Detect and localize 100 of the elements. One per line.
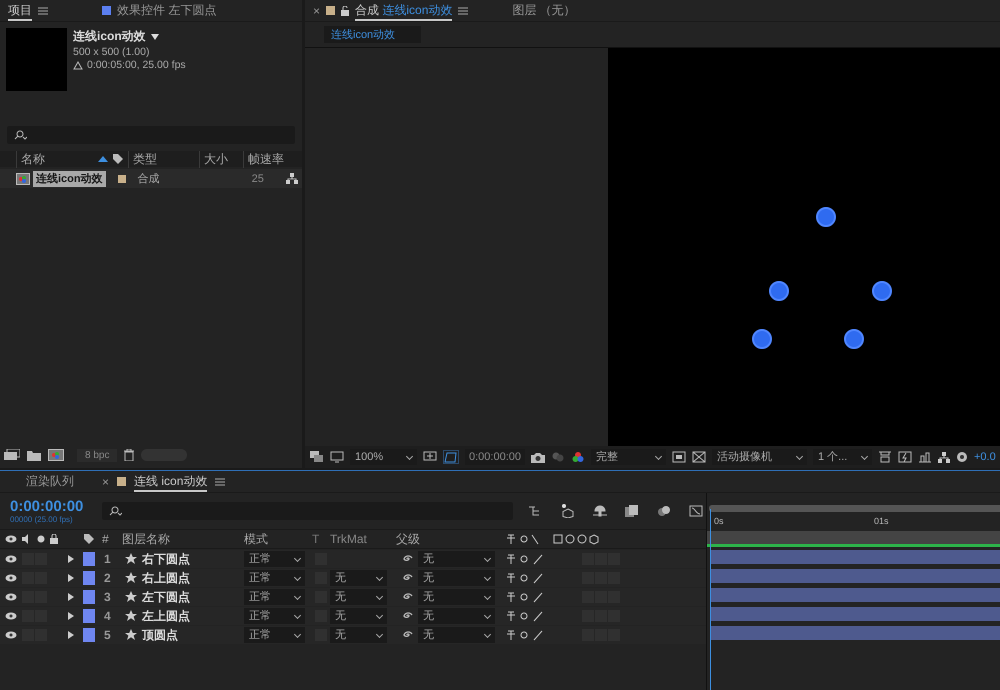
track-matte-dropdown[interactable]: 无 bbox=[330, 608, 387, 624]
label-swatch[interactable] bbox=[83, 571, 95, 585]
parent-dropdown[interactable]: 无 bbox=[418, 589, 495, 605]
color-channels-icon[interactable] bbox=[571, 451, 585, 463]
layer-duration-bar[interactable] bbox=[711, 550, 1000, 564]
eye-icon[interactable] bbox=[5, 555, 17, 563]
mode-dropdown[interactable]: 正常 bbox=[244, 608, 305, 624]
flowchart-icon[interactable] bbox=[938, 452, 950, 462]
transparency-grid-icon[interactable] bbox=[692, 451, 706, 463]
hierarchy-icon[interactable] bbox=[286, 173, 298, 184]
views-dropdown[interactable]: 1 个... bbox=[813, 449, 872, 465]
panel-tab[interactable]: 效果控件 左下圆点 bbox=[117, 0, 216, 20]
lock-icon[interactable] bbox=[341, 6, 350, 16]
folder-icon[interactable] bbox=[27, 450, 41, 460]
current-time-field[interactable]: 0:00:00:00 bbox=[465, 449, 525, 465]
eye-icon[interactable] bbox=[5, 593, 17, 601]
resolution-dropdown[interactable]: 完整 bbox=[591, 449, 666, 465]
motion-blur-icon[interactable] bbox=[657, 505, 671, 517]
label-swatch[interactable] bbox=[83, 552, 95, 566]
graph-editor-icon[interactable] bbox=[689, 505, 703, 517]
column-header[interactable]: 名称 bbox=[16, 150, 96, 168]
tag-icon[interactable] bbox=[112, 153, 124, 165]
composition-tab[interactable]: 合成 连线icon动效 bbox=[355, 0, 452, 20]
tag-icon[interactable] bbox=[83, 533, 95, 545]
label-swatch[interactable] bbox=[83, 609, 95, 623]
parent-dropdown[interactable]: 无 bbox=[418, 570, 495, 586]
layer-name[interactable]: 左下圆点 bbox=[142, 588, 244, 606]
column-header[interactable]: 图层名称 bbox=[122, 530, 244, 548]
camera-icon[interactable] bbox=[531, 452, 545, 462]
fast-preview-icon[interactable] bbox=[898, 451, 912, 463]
column-header[interactable]: 大小 bbox=[199, 150, 243, 168]
column-header[interactable]: 帧速率 bbox=[243, 150, 296, 168]
track-matte-dropdown[interactable]: 无 bbox=[330, 570, 387, 586]
close-icon[interactable]: × bbox=[313, 4, 320, 18]
eye-icon[interactable] bbox=[5, 631, 17, 639]
mode-dropdown[interactable]: 正常 bbox=[244, 570, 305, 586]
solo-icon[interactable] bbox=[37, 535, 45, 543]
close-icon[interactable]: × bbox=[102, 474, 110, 488]
layer-name[interactable]: 右下圆点 bbox=[142, 550, 244, 568]
parent-dropdown[interactable]: 无 bbox=[418, 551, 495, 567]
current-time[interactable]: 0:00:00:00 bbox=[10, 498, 102, 515]
menu-icon[interactable] bbox=[458, 6, 468, 14]
search-field[interactable] bbox=[7, 126, 295, 144]
eye-icon[interactable] bbox=[5, 535, 17, 543]
expand-arrow-icon[interactable] bbox=[68, 612, 74, 620]
region-icon[interactable] bbox=[672, 451, 686, 463]
column-header[interactable]: TrkMat bbox=[330, 532, 396, 546]
sort-up-icon[interactable] bbox=[98, 156, 108, 162]
menu-icon[interactable] bbox=[38, 6, 48, 14]
camera-dropdown[interactable]: 活动摄像机 bbox=[712, 449, 807, 465]
bit-depth-button[interactable]: 8 bpc bbox=[77, 448, 118, 462]
label-swatch[interactable] bbox=[83, 590, 95, 604]
eye-icon[interactable] bbox=[5, 612, 17, 620]
parent-dropdown[interactable]: 无 bbox=[418, 627, 495, 643]
column-header[interactable]: T bbox=[312, 532, 330, 546]
column-header[interactable]: 类型 bbox=[128, 150, 199, 168]
parent-dropdown[interactable]: 无 bbox=[418, 608, 495, 624]
trash-icon[interactable] bbox=[124, 449, 134, 461]
search-field[interactable] bbox=[102, 502, 513, 520]
grid-icon[interactable] bbox=[423, 451, 437, 463]
layer-duration-bar[interactable] bbox=[711, 606, 1000, 620]
panel-tab[interactable]: 连线 icon动效 bbox=[134, 472, 208, 492]
monitor-icon[interactable] bbox=[330, 451, 344, 463]
menu-icon[interactable] bbox=[215, 478, 226, 486]
expand-arrow-icon[interactable] bbox=[68, 574, 74, 582]
mode-dropdown[interactable]: 正常 bbox=[244, 627, 305, 643]
dropdown-arrow-icon[interactable] bbox=[150, 34, 159, 40]
exposure-icon[interactable] bbox=[956, 451, 968, 463]
mode-dropdown[interactable]: 正常 bbox=[244, 551, 305, 567]
eye-icon[interactable] bbox=[5, 574, 17, 582]
layer-name[interactable]: 左上圆点 bbox=[142, 608, 244, 624]
expand-arrow-icon[interactable] bbox=[68, 593, 74, 601]
expand-arrow-icon[interactable] bbox=[68, 631, 74, 639]
mask-outline-icon[interactable] bbox=[443, 450, 459, 464]
panel-tab[interactable]: 渲染队列 bbox=[26, 472, 74, 492]
lock-icon[interactable] bbox=[50, 534, 58, 544]
exposure-value[interactable]: +0.0 bbox=[974, 451, 996, 463]
layer-name[interactable]: 右上圆点 bbox=[142, 570, 244, 586]
column-header[interactable]: # bbox=[100, 532, 120, 546]
zoom-dropdown[interactable]: 100% bbox=[350, 449, 417, 465]
frame-blending-icon[interactable] bbox=[625, 505, 639, 517]
layer-name[interactable]: 顶圆点 bbox=[142, 626, 244, 644]
expand-arrow-icon[interactable] bbox=[68, 555, 74, 563]
panel-tab[interactable]: 项目 bbox=[8, 0, 32, 20]
column-header[interactable]: 父级 bbox=[396, 530, 506, 548]
layer-duration-bar[interactable] bbox=[711, 568, 1000, 582]
layer-duration-bar[interactable] bbox=[711, 588, 1000, 602]
interpret-footage-icon[interactable] bbox=[4, 449, 20, 461]
snapshot-stack-icon[interactable] bbox=[310, 451, 324, 463]
column-header[interactable]: 模式 bbox=[244, 530, 312, 548]
breadcrumb[interactable]: 连线icon动效 bbox=[324, 26, 422, 42]
track-matte-dropdown[interactable]: 无 bbox=[330, 627, 387, 643]
layer-duration-bar[interactable] bbox=[711, 626, 1000, 640]
mode-dropdown[interactable]: 正常 bbox=[244, 589, 305, 605]
label-swatch[interactable] bbox=[83, 628, 95, 642]
project-item[interactable]: 连线icon动效 合成 25 bbox=[0, 169, 302, 188]
track-matte-dropdown[interactable]: 无 bbox=[330, 589, 387, 605]
cube-icon[interactable] bbox=[561, 504, 575, 518]
new-composition-icon[interactable] bbox=[48, 449, 64, 461]
layer-tab[interactable]: 图层 （无） bbox=[512, 0, 576, 20]
